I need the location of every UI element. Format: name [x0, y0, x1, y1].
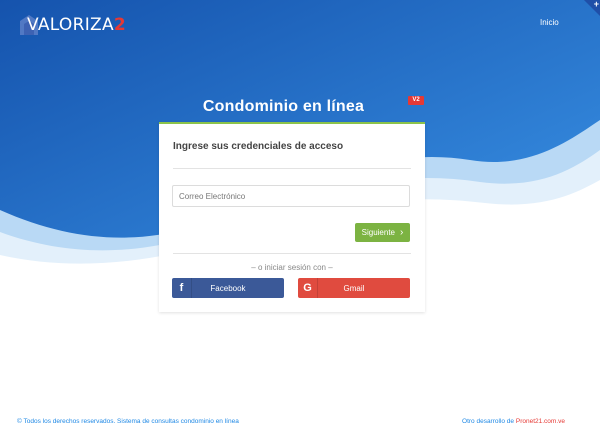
gmail-button-label: Gmail: [343, 283, 365, 293]
google-icon: G: [298, 278, 318, 298]
gmail-login-button[interactable]: G Gmail: [298, 278, 410, 298]
logo[interactable]: VALORIZA2: [18, 13, 126, 37]
next-button-label: Siguiente: [361, 228, 395, 237]
or-divider: [173, 253, 411, 254]
footer-credit-prefix: Otro desarrollo de: [462, 418, 515, 425]
logo-number: 2: [113, 15, 127, 35]
nav-inicio-link[interactable]: Inicio: [540, 18, 559, 27]
next-button[interactable]: Siguiente ›: [355, 223, 410, 242]
page-title: Condominio en línea: [202, 98, 365, 115]
facebook-button-label: Facebook: [210, 283, 246, 293]
pronet21-link[interactable]: Pronet21.com.ve: [516, 418, 565, 425]
or-login-with-text: – o iniciar sesión con –: [251, 263, 333, 272]
logo-text: VALORIZA2: [27, 15, 127, 35]
chevron-right-icon: ›: [400, 226, 404, 238]
version-badge: V2: [408, 96, 424, 105]
footer-credit: Otro desarrollo de Pronet21.com.ve: [462, 418, 565, 425]
email-input[interactable]: [172, 185, 410, 207]
login-heading: Ingrese sus credenciales de acceso: [173, 141, 344, 152]
login-card: Ingrese sus credenciales de acceso Sigui…: [159, 122, 425, 312]
footer-copyright: © Todos los derechos reservados. Sistema…: [17, 418, 239, 425]
facebook-login-button[interactable]: f Facebook: [172, 278, 284, 298]
heading-divider: [173, 168, 411, 169]
plus-icon[interactable]: +: [594, 0, 599, 10]
facebook-icon: f: [172, 278, 192, 298]
